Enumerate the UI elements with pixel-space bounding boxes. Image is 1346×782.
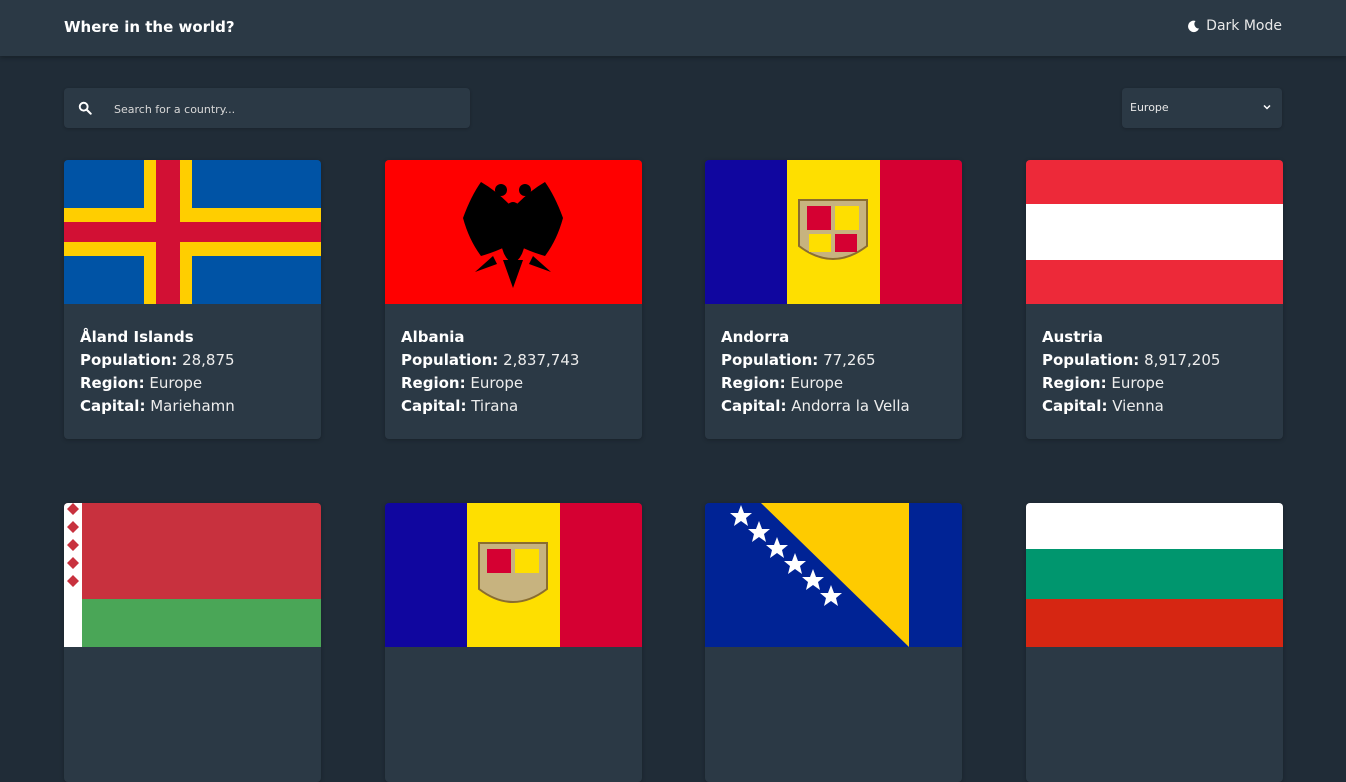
albania-flag bbox=[385, 160, 642, 304]
capital-value: Andorra la Vella bbox=[791, 397, 910, 415]
chevron-down-icon bbox=[1263, 104, 1271, 110]
country-card-bulgaria[interactable] bbox=[1026, 503, 1283, 782]
andorra-flag bbox=[705, 160, 962, 304]
region-label: Region: bbox=[401, 374, 466, 392]
app-header: Where in the world? Dark Mode bbox=[0, 0, 1346, 56]
andorra-flag bbox=[385, 503, 642, 647]
search-icon bbox=[78, 101, 92, 115]
capital-value: Vienna bbox=[1112, 397, 1164, 415]
austria-flag bbox=[1026, 160, 1283, 304]
country-card-austria[interactable]: Austria Population: 8,917,205 Region: Eu… bbox=[1026, 160, 1283, 439]
population-value: 77,265 bbox=[823, 351, 876, 369]
aland-islands-flag bbox=[64, 160, 321, 304]
country-card-aland-islands[interactable]: Åland Islands Population: 28,875 Region:… bbox=[64, 160, 321, 439]
population-label: Population: bbox=[1042, 351, 1140, 369]
capital-label: Capital: bbox=[80, 397, 146, 415]
moon-icon bbox=[1188, 20, 1200, 32]
app-title: Where in the world? bbox=[64, 18, 235, 36]
country-card-andorra[interactable]: Andorra Population: 77,265 Region: Europ… bbox=[705, 160, 962, 439]
capital-value: Mariehamn bbox=[150, 397, 235, 415]
region-label: Region: bbox=[80, 374, 145, 392]
region-label: Region: bbox=[721, 374, 786, 392]
population-label: Population: bbox=[721, 351, 819, 369]
search-input[interactable] bbox=[112, 88, 456, 130]
country-card-bosnia[interactable] bbox=[705, 503, 962, 782]
search-bar[interactable] bbox=[64, 88, 470, 130]
dark-mode-label: Dark Mode bbox=[1206, 18, 1282, 34]
country-info: Austria Population: 8,917,205 Region: Eu… bbox=[1042, 328, 1220, 420]
dark-mode-toggle[interactable]: Dark Mode bbox=[1187, 18, 1282, 34]
belarus-flag bbox=[64, 503, 321, 647]
capital-label: Capital: bbox=[721, 397, 787, 415]
population-label: Population: bbox=[80, 351, 178, 369]
region-label: Region: bbox=[1042, 374, 1107, 392]
capital-label: Capital: bbox=[401, 397, 467, 415]
capital-value: Tirana bbox=[471, 397, 519, 415]
country-card-albania[interactable]: Albania Population: 2,837,743 Region: Eu… bbox=[385, 160, 642, 439]
country-card-andorra-2[interactable] bbox=[385, 503, 642, 782]
country-card-belarus[interactable] bbox=[64, 503, 321, 782]
bosnia-and-herzegovina-flag bbox=[705, 503, 962, 647]
region-filter-select[interactable]: Europe bbox=[1122, 88, 1282, 128]
region-filter-value: Europe bbox=[1130, 101, 1169, 114]
region-value: Europe bbox=[790, 374, 844, 392]
country-info: Åland Islands Population: 28,875 Region:… bbox=[80, 328, 235, 420]
population-value: 8,917,205 bbox=[1144, 351, 1221, 369]
population-value: 28,875 bbox=[182, 351, 235, 369]
country-name: Albania bbox=[401, 328, 465, 346]
population-value: 2,837,743 bbox=[503, 351, 580, 369]
country-name: Åland Islands bbox=[80, 328, 194, 346]
country-info: Albania Population: 2,837,743 Region: Eu… bbox=[401, 328, 579, 420]
country-info: Andorra Population: 77,265 Region: Europ… bbox=[721, 328, 910, 420]
country-name: Andorra bbox=[721, 328, 790, 346]
population-label: Population: bbox=[401, 351, 499, 369]
bulgaria-flag bbox=[1026, 503, 1283, 647]
country-name: Austria bbox=[1042, 328, 1104, 346]
region-value: Europe bbox=[149, 374, 203, 392]
region-value: Europe bbox=[470, 374, 524, 392]
capital-label: Capital: bbox=[1042, 397, 1108, 415]
region-value: Europe bbox=[1111, 374, 1165, 392]
